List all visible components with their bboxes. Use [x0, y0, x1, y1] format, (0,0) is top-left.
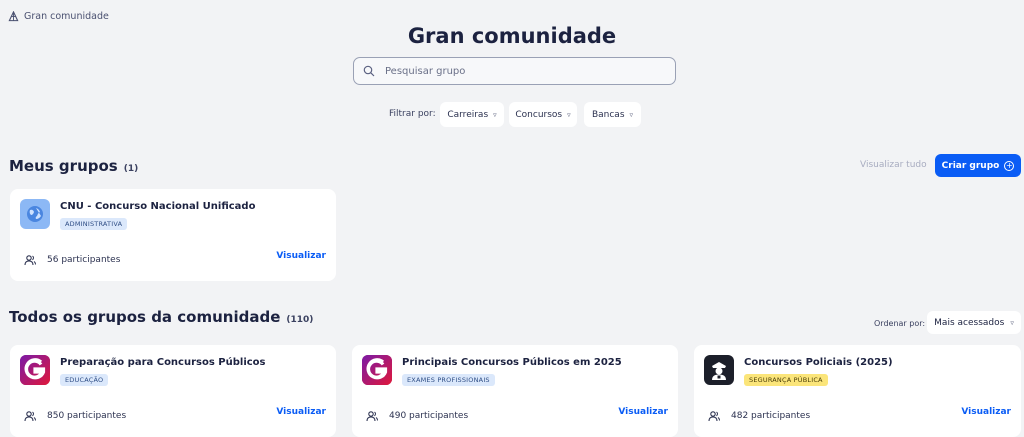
- create-group-label: Criar grupo: [941, 160, 1000, 171]
- all-groups-count: (110): [286, 315, 314, 325]
- chevron-down-icon: ▿: [493, 110, 497, 119]
- group-card[interactable]: Principais Concursos Públicos em 2025 EX…: [352, 345, 678, 437]
- users-icon: [24, 411, 36, 422]
- search-icon: [363, 65, 375, 77]
- view-link[interactable]: Visualizar: [618, 407, 668, 417]
- view-link[interactable]: Visualizar: [961, 407, 1011, 417]
- filter-concursos[interactable]: Concursos ▿: [509, 102, 577, 127]
- view-link[interactable]: Visualizar: [276, 251, 326, 261]
- group-card[interactable]: CNU - Concurso Nacional Unificado ADMINI…: [10, 189, 336, 281]
- plus-circle-icon: +: [1004, 160, 1015, 171]
- gran-logo-icon: [20, 355, 50, 385]
- chevron-down-icon: ▿: [1010, 318, 1014, 327]
- all-groups-title-text: Todos os grupos da comunidade: [9, 308, 281, 326]
- participants-count: 490 participantes: [389, 411, 469, 421]
- my-groups-title: Meus grupos (1): [9, 157, 138, 175]
- group-tag: SEGURANÇA PÚBLICA: [744, 374, 828, 386]
- participants: 850 participantes: [24, 410, 126, 422]
- view-link[interactable]: Visualizar: [276, 407, 326, 417]
- order-value: Mais acessados: [934, 317, 1005, 328]
- users-icon: [708, 411, 720, 422]
- filter-concursos-label: Concursos: [515, 109, 563, 120]
- users-icon: [24, 255, 36, 266]
- group-card[interactable]: Concursos Policiais (2025) SEGURANÇA PÚB…: [694, 345, 1021, 437]
- my-groups-count: (1): [123, 164, 139, 174]
- participants: 482 participantes: [708, 410, 810, 422]
- police-officer-icon: [704, 355, 734, 385]
- search-placeholder: Pesquisar grupo: [385, 65, 466, 77]
- filter-bancas-label: Bancas: [591, 109, 625, 120]
- see-all-link[interactable]: Visualizar tudo: [860, 160, 927, 170]
- all-groups-title: Todos os grupos da comunidade (110): [9, 308, 313, 326]
- users-icon: [366, 411, 378, 422]
- gran-logo-icon: [362, 355, 392, 385]
- community-icon: [8, 11, 19, 22]
- group-tag: ADMINISTRATIVA: [60, 218, 128, 230]
- chevron-down-icon: ▿: [567, 110, 571, 119]
- filter-carreiras-label: Carreiras: [447, 109, 489, 120]
- filter-carreiras[interactable]: Carreiras ▿: [440, 102, 504, 127]
- my-groups-title-text: Meus grupos: [9, 157, 118, 175]
- order-label: Ordenar por:: [874, 319, 926, 328]
- create-group-button[interactable]: Criar grupo +: [935, 154, 1021, 177]
- filter-label: Filtrar por:: [389, 109, 436, 119]
- participants-count: 850 participantes: [47, 411, 127, 421]
- chevron-down-icon: ▿: [629, 110, 634, 119]
- group-tag: EDUCAÇÃO: [60, 374, 109, 386]
- group-name: Preparação para Concursos Públicos: [60, 357, 266, 368]
- group-name: Principais Concursos Públicos em 2025: [402, 357, 622, 368]
- search-input[interactable]: Pesquisar grupo: [353, 57, 676, 85]
- participants: 56 participantes: [24, 254, 120, 266]
- participants-count: 482 participantes: [731, 411, 811, 421]
- group-tag: EXAMES PROFISSIONAIS: [402, 374, 495, 386]
- order-select[interactable]: Mais acessados ▿: [927, 311, 1021, 334]
- filter-bancas[interactable]: Bancas ▿: [584, 102, 641, 127]
- breadcrumb-label: Gran comunidade: [24, 11, 109, 22]
- globe-icon: [20, 199, 50, 229]
- participants: 490 participantes: [366, 410, 468, 422]
- participants-count: 56 participantes: [47, 255, 121, 265]
- page-title: Gran comunidade: [407, 24, 617, 48]
- group-name: CNU - Concurso Nacional Unificado: [60, 201, 256, 212]
- breadcrumb[interactable]: Gran comunidade: [8, 11, 109, 22]
- group-card[interactable]: Preparação para Concursos Públicos EDUCA…: [10, 345, 336, 437]
- group-name: Concursos Policiais (2025): [744, 357, 893, 368]
